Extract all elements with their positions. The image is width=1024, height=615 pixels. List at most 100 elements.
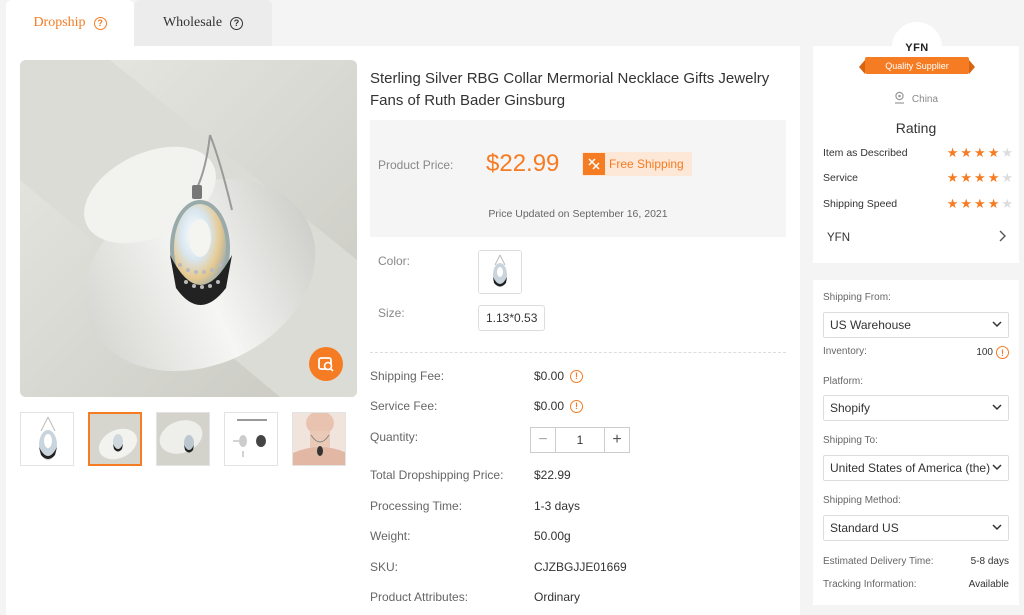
color-label: Color: [378, 254, 411, 268]
star-icon: ★ [946, 145, 959, 160]
size-option[interactable]: 1.13*0.53 [478, 305, 546, 331]
chevron-down-icon [992, 320, 1002, 331]
tracking-label: Tracking Information: [823, 579, 917, 590]
help-icon[interactable]: ? [230, 16, 244, 30]
rating-label: Service [823, 171, 859, 184]
thumbnail[interactable] [292, 412, 346, 466]
product-card: Sterling Silver RBG Collar Mermorial Nec… [6, 46, 800, 615]
star-icon: ★ [1001, 196, 1013, 211]
star-icon: ★ [960, 145, 973, 160]
increase-quantity-button[interactable]: + [604, 428, 629, 452]
processing-time-label: Processing Time: [370, 499, 463, 513]
divider [370, 352, 786, 353]
location-pin-icon [894, 91, 905, 107]
thumbnail[interactable] [156, 412, 210, 466]
platform-label: Platform: [823, 376, 864, 387]
color-option[interactable] [478, 250, 522, 294]
star-rating: ★ ★ ★ ★ ★ [947, 197, 1013, 210]
sku-label: SKU: [370, 560, 399, 574]
price-value: $22.99 [486, 150, 560, 177]
supplier-store-link[interactable]: YFN [827, 230, 1007, 245]
service-fee-value: $0.00 ! [534, 399, 584, 413]
product-title: Sterling Silver RBG Collar Mermorial Nec… [370, 70, 770, 109]
inventory-label: Inventory: [823, 346, 867, 357]
product-tabs: Dropship ? Wholesale ? [0, 0, 290, 46]
shipping-from-value: US Warehouse [830, 318, 911, 332]
star-icon: ★ [987, 196, 1000, 211]
tracking-value: Available [968, 579, 1009, 590]
info-icon[interactable]: ! [570, 369, 584, 383]
decrease-quantity-button[interactable]: − [531, 428, 556, 452]
info-icon[interactable]: ! [570, 399, 584, 413]
star-icon: ★ [960, 170, 973, 185]
star-icon: ★ [974, 196, 986, 211]
inventory-value: 100 ! [976, 346, 1009, 359]
rating-service: Service ★ ★ ★ ★ ★ [823, 171, 1013, 184]
shipping-to-select[interactable]: United States of America (the) [823, 455, 1009, 481]
supplier-panel: YFN Quality Supplier China Rating Item a… [813, 22, 1019, 263]
star-icon: ★ [974, 145, 986, 160]
sku-value: CJZBGJJE01669 [534, 560, 627, 574]
star-rating: ★ ★ ★ ★ ★ [947, 171, 1013, 184]
chevron-down-icon [992, 463, 1002, 474]
service-fee-amount: $0.00 [534, 399, 565, 413]
service-fee-label: Service Fee: [370, 399, 438, 413]
total-price-value: $22.99 [534, 468, 571, 482]
tab-wholesale-label: Wholesale [162, 15, 223, 30]
chevron-down-icon [992, 523, 1002, 534]
weight-label: Weight: [370, 529, 411, 543]
thumbnail[interactable] [20, 412, 74, 466]
weight-value: 50.00g [534, 529, 571, 543]
shipping-to-label: Shipping To: [823, 435, 878, 446]
delivery-time-label: Estimated Delivery Time: [823, 556, 934, 567]
shipping-method-select[interactable]: Standard US [823, 515, 1009, 541]
platform-select[interactable]: Shopify [823, 395, 1009, 421]
shipping-from-select[interactable]: US Warehouse [823, 312, 1009, 338]
store-name: YFN [827, 231, 850, 244]
star-rating: ★ ★ ★ ★ ★ [947, 146, 1013, 159]
help-icon[interactable]: ? [93, 16, 107, 30]
color-option-image [479, 251, 521, 293]
tab-wholesale[interactable]: Wholesale ? [134, 0, 272, 46]
shipping-fee-value: $0.00 ! [534, 369, 584, 383]
rating-item-as-described: Item as Described ★ ★ ★ ★ ★ [823, 146, 1013, 159]
thumbnail-image [90, 414, 140, 464]
product-attributes-value: Ordinary [534, 590, 581, 604]
tab-dropship[interactable]: Dropship ? [6, 0, 134, 46]
star-icon: ★ [946, 196, 959, 211]
star-icon: ★ [1001, 145, 1013, 160]
thumbnail-image [157, 413, 209, 465]
product-attributes-label: Product Attributes: [370, 590, 469, 604]
quality-supplier-badge: Quality Supplier [859, 57, 975, 74]
thumbnail-image [225, 413, 277, 465]
thumbnail[interactable] [224, 412, 278, 466]
info-icon[interactable]: ! [996, 346, 1009, 359]
quantity-label: Quantity: [370, 430, 419, 444]
shipping-fee-label: Shipping Fee: [370, 369, 445, 383]
free-shipping-label: Free Shipping [609, 157, 684, 171]
thumbnail-selected[interactable] [88, 412, 142, 466]
location-text: China [911, 93, 939, 105]
rating-label: Item as Described [823, 146, 908, 159]
tab-dropship-label: Dropship [33, 15, 86, 30]
quantity-input[interactable] [556, 428, 604, 452]
rating-shipping-speed: Shipping Speed ★ ★ ★ ★ ★ [823, 197, 1013, 210]
supplier-location: China [813, 91, 1019, 107]
size-label: Size: [378, 306, 405, 320]
quantity-stepper: − + [530, 427, 630, 453]
processing-time-value: 1-3 days [534, 499, 581, 513]
shipping-panel: Shipping From: US Warehouse Inventory: 1… [813, 280, 1019, 605]
star-icon: ★ [1001, 170, 1013, 185]
price-label: Product Price: [378, 158, 454, 172]
thumbnail-image [293, 413, 345, 465]
image-search-icon [318, 357, 334, 372]
price-box: Product Price: $22.99 Free Shipping Pric… [370, 120, 786, 237]
delivery-time-value: 5-8 days [970, 556, 1009, 567]
star-icon: ★ [987, 170, 1000, 185]
thumbnail-image [21, 413, 73, 465]
main-product-image[interactable] [20, 60, 357, 397]
shipping-method-value: Standard US [830, 521, 899, 535]
thumbnail-strip [20, 412, 346, 466]
image-search-button[interactable] [309, 347, 343, 381]
free-shipping-icon [583, 153, 605, 175]
